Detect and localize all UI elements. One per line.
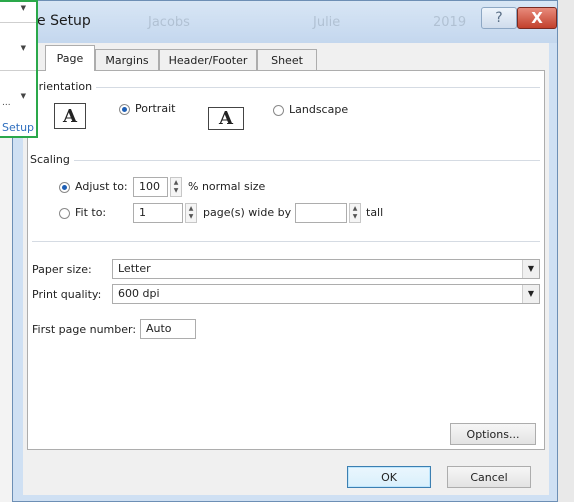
fit-tall-spinner[interactable]: ▲ ▼ [349,203,361,223]
print-quality-select[interactable]: 600 dpi ▼ [112,284,540,304]
tab-sheet[interactable]: Sheet [257,49,317,70]
scaling-group-label: Scaling [30,153,74,166]
spin-up-icon[interactable]: ▲ [174,179,179,187]
paper-size-select[interactable]: Letter ▼ [112,259,540,279]
adjust-to-radio[interactable] [59,182,70,193]
chevron-down-icon[interactable]: ▼ [522,285,539,303]
page-tab-panel: Orientation A Portrait A Landscape Scali… [27,70,545,450]
tab-header-footer[interactable]: Header/Footer [159,49,257,70]
spin-up-icon[interactable]: ▲ [189,205,194,213]
strip-divider [0,70,36,71]
landscape-label[interactable]: Landscape [289,103,348,116]
page-setup-ribbon-group: ▼ ▼ ... ▼ Setup [0,0,38,138]
spin-up-icon[interactable]: ▲ [353,205,358,213]
landscape-icon: A [208,107,244,130]
print-quality-label: Print quality: [32,288,102,301]
chevron-down-icon[interactable]: ▼ [21,44,26,52]
fit-wide-spinner[interactable]: ▲ ▼ [185,203,197,223]
tab-margins[interactable]: Margins [95,49,159,70]
fit-to-radio[interactable] [59,208,70,219]
close-button[interactable]: X [517,7,557,29]
page-setup-link[interactable]: Setup [2,121,34,134]
orientation-divider [32,87,540,88]
dialog-title: e Setup [37,13,91,29]
first-page-number-label: First page number: [32,323,137,336]
adjust-to-suffix: % normal size [188,180,266,193]
chevron-down-icon[interactable]: ▼ [522,260,539,278]
scaling-divider [32,160,540,161]
spin-down-icon[interactable]: ▼ [189,213,194,221]
fit-wide-suffix: page(s) wide by [203,206,292,219]
help-button[interactable]: ? [481,7,517,29]
paper-size-value: Letter [118,262,151,275]
fit-to-label[interactable]: Fit to: [75,206,106,219]
fit-tall-input[interactable] [295,203,347,223]
fit-wide-input[interactable]: 1 [133,203,183,223]
help-icon: ? [495,10,503,26]
chevron-down-icon[interactable]: ▼ [21,4,26,12]
strip-divider [0,22,36,23]
section-divider [32,241,540,242]
background-scroll-edge [558,0,574,502]
portrait-icon: A [54,103,86,129]
adjust-to-spinner[interactable]: ▲ ▼ [170,177,182,197]
chevron-down-icon[interactable]: ▼ [21,92,26,100]
close-icon: X [531,9,543,27]
portrait-label[interactable]: Portrait [135,102,175,115]
adjust-to-label[interactable]: Adjust to: [75,180,128,193]
cancel-button[interactable]: Cancel [447,466,531,488]
options-button[interactable]: Options... [450,423,536,445]
adjust-to-input[interactable]: 100 [133,177,168,197]
print-quality-value: 600 dpi [118,287,160,300]
paper-size-label: Paper size: [32,263,92,276]
background-text-1: Jacobs [148,15,190,30]
portrait-radio[interactable] [119,104,130,115]
strip-ellipsis: ... [2,98,11,108]
dialog-client-area: Page Margins Header/Footer Sheet Orienta… [23,43,549,495]
spin-down-icon[interactable]: ▼ [174,187,179,195]
title-bar[interactable]: e Setup Jacobs Julie 2019 ? X [13,1,557,43]
fit-tall-suffix: tall [366,206,384,219]
spin-down-icon[interactable]: ▼ [353,213,358,221]
orientation-group-label: Orientation [30,80,97,93]
first-page-number-input[interactable]: Auto [140,319,196,339]
page-setup-dialog: e Setup Jacobs Julie 2019 ? X Page Margi… [12,0,558,502]
tab-page[interactable]: Page [45,45,95,71]
background-text-3: 2019 [433,15,467,30]
background-text-2: Julie [313,15,341,30]
ok-button[interactable]: OK [347,466,431,488]
landscape-radio[interactable] [273,105,284,116]
